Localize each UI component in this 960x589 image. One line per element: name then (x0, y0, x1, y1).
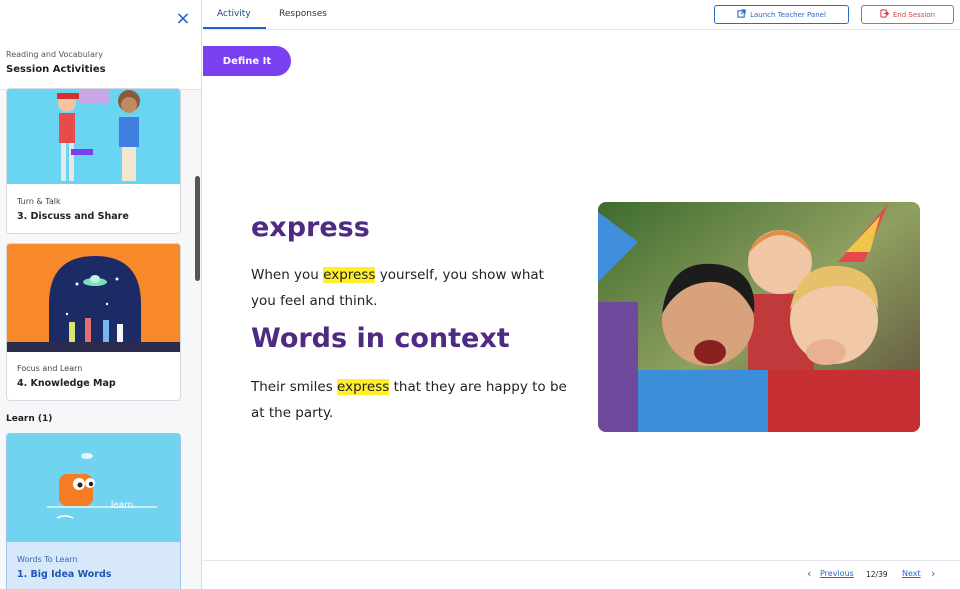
card-category: Turn & Talk (17, 197, 61, 206)
chevron-left-icon[interactable]: ‹ (807, 567, 811, 580)
definition-text: When you (251, 267, 324, 283)
breadcrumb: Reading and Vocabulary (6, 50, 103, 59)
word-definition: When you express yourself, you show what… (251, 262, 571, 314)
card-category: Focus and Learn (17, 364, 83, 373)
tab-responses[interactable]: Responses (279, 9, 327, 19)
learn-thumb-text: learn (111, 500, 133, 511)
section-label-learn: Learn (1) (6, 414, 53, 424)
kids-party-photo (598, 202, 920, 432)
app-window: × Reading and Vocabulary Session Activit… (0, 0, 960, 589)
exit-icon (880, 8, 890, 21)
sidebar-title: Session Activities (6, 64, 106, 75)
end-session-button[interactable]: End Session (861, 5, 954, 24)
card-thumbnail-discuss (7, 89, 180, 184)
context-text: Their smiles (251, 379, 338, 395)
card-thumbnail-knowledge-map (7, 244, 180, 352)
next-link[interactable]: Next (902, 569, 921, 578)
card-name: 4. Knowledge Map (17, 378, 116, 389)
end-session-label: End Session (892, 10, 936, 19)
tab-activity[interactable]: Activity (217, 9, 251, 19)
sidebar: × Reading and Vocabulary Session Activit… (0, 0, 202, 589)
context-title: Words in context (251, 323, 510, 354)
card-name: 3. Discuss and Share (17, 211, 129, 222)
launch-teacher-panel-button[interactable]: Launch Teacher Panel (714, 5, 849, 24)
activity-card-discuss[interactable]: Turn & Talk 3. Discuss and Share (6, 88, 181, 234)
vocabulary-word: express (251, 212, 370, 243)
footer-pagination: ‹ Previous 12/39 Next › (203, 560, 960, 589)
active-tab-indicator (203, 27, 266, 29)
card-category: Words To Learn (17, 555, 78, 564)
sidebar-header: × Reading and Vocabulary Session Activit… (0, 0, 201, 90)
card-thumbnail-learn: learn (7, 434, 180, 542)
launch-teacher-panel-label: Launch Teacher Panel (750, 10, 826, 19)
activity-card-knowledge-map[interactable]: Focus and Learn 4. Knowledge Map (6, 243, 181, 401)
chevron-right-icon[interactable]: › (931, 567, 935, 580)
close-icon[interactable]: × (174, 10, 192, 28)
top-bar: Activity Responses Launch Teacher Panel … (203, 0, 960, 30)
page-indicator: 12/39 (866, 570, 888, 579)
context-sentence: Their smiles express that they are happy… (251, 374, 581, 426)
previous-link[interactable]: Previous (820, 569, 854, 578)
definition-highlight: express (323, 267, 376, 283)
sidebar-scroll-thumb[interactable] (195, 176, 200, 281)
card-name: 1. Big Idea Words (17, 569, 112, 580)
activity-card-big-idea-words[interactable]: learn Words To Learn 1. Big Idea Words (6, 433, 181, 589)
context-highlight: express (337, 379, 390, 395)
active-card-footer (7, 542, 180, 589)
external-link-icon (737, 8, 746, 21)
sidebar-scrollbar[interactable] (193, 92, 201, 589)
define-it-button[interactable]: Define It (203, 46, 291, 76)
